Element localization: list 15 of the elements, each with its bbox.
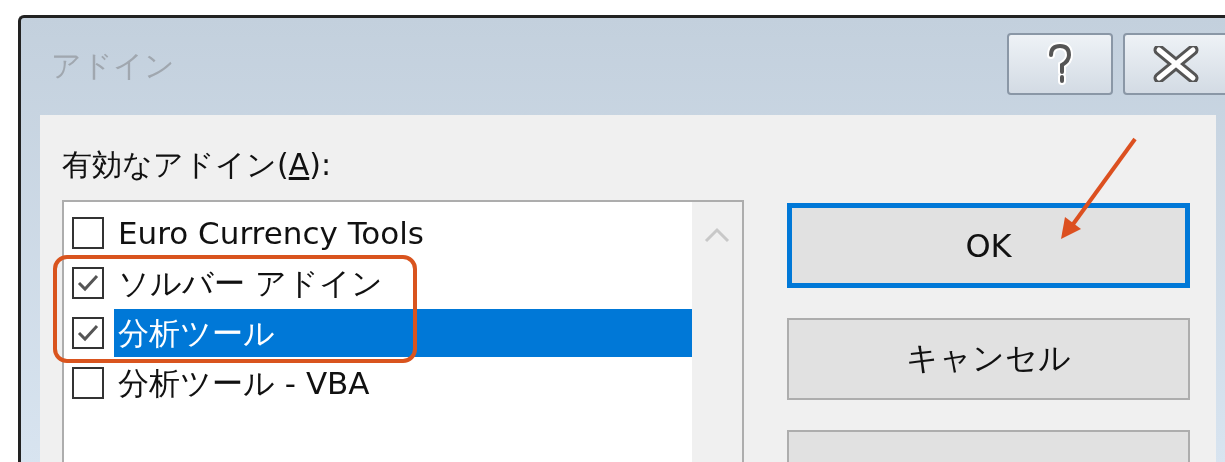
addin-item[interactable]: ソルバー アドイン bbox=[114, 259, 387, 307]
checkbox[interactable] bbox=[72, 217, 104, 249]
addins-label: 有効なアドイン(A): bbox=[62, 146, 333, 184]
checkbox[interactable] bbox=[72, 367, 104, 399]
addin-item[interactable]: 分析ツール - VBA bbox=[114, 359, 374, 407]
addin-item[interactable]: Euro Currency Tools bbox=[114, 209, 428, 257]
checkbox[interactable] bbox=[72, 317, 104, 349]
close-icon bbox=[1153, 45, 1199, 82]
addin-item[interactable]: 分析ツール bbox=[114, 309, 692, 357]
dialog-button[interactable]: キャンセル bbox=[787, 318, 1190, 400]
close-button[interactable] bbox=[1123, 32, 1225, 95]
help-button[interactable] bbox=[1007, 32, 1113, 95]
checkbox[interactable] bbox=[72, 267, 104, 299]
dialog-button[interactable]: OK bbox=[787, 203, 1190, 288]
help-icon bbox=[1045, 41, 1075, 86]
